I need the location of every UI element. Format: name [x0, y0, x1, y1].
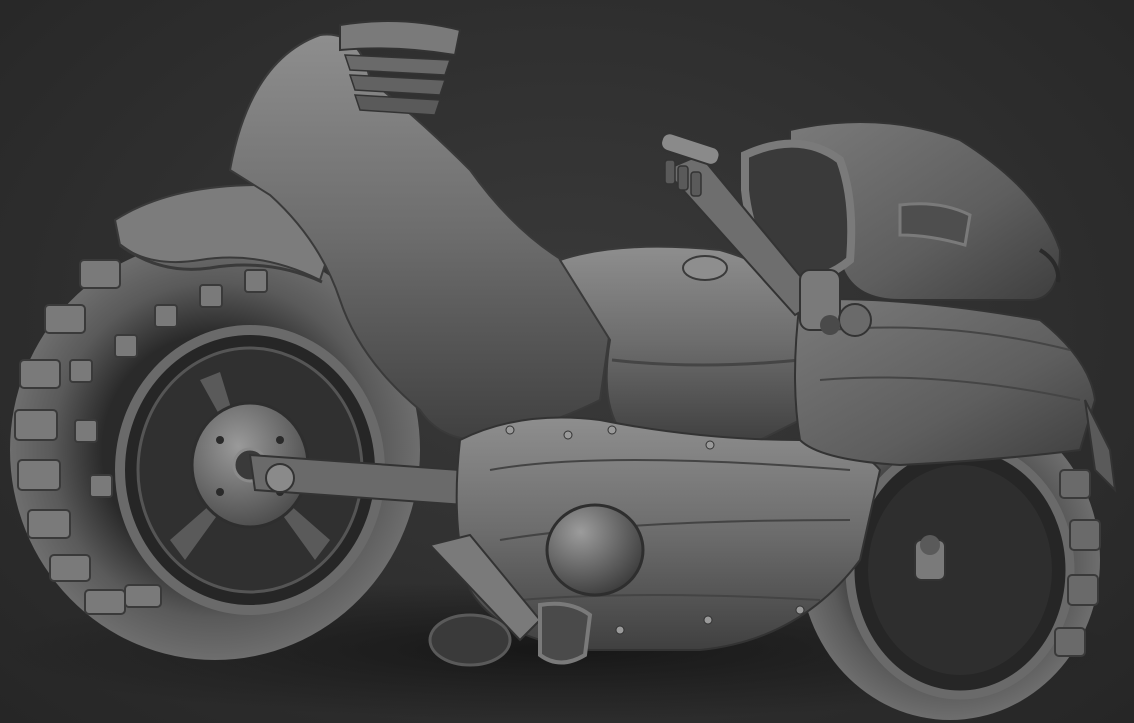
vent-grille — [538, 601, 593, 665]
engine-dome — [545, 503, 645, 597]
fuel-cap — [682, 255, 728, 281]
motorcycle-render — [0, 20, 1120, 720]
exhaust-cap — [339, 20, 462, 116]
render-viewport — [0, 0, 1134, 723]
